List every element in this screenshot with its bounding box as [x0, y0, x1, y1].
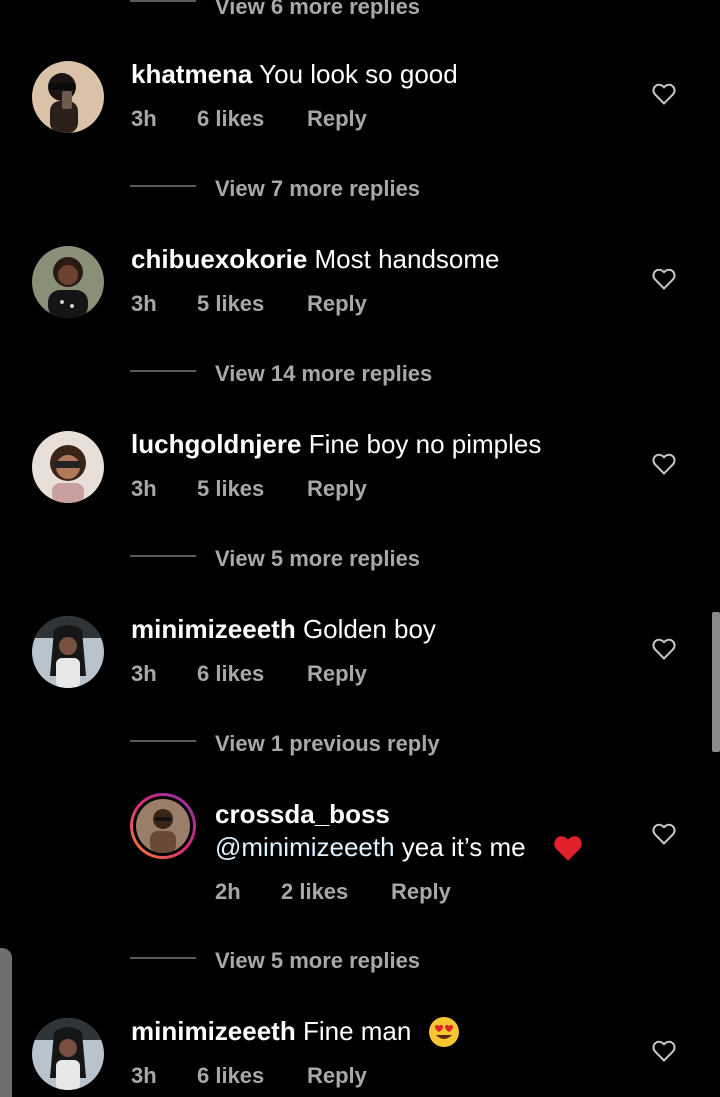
avatar-crossda-boss-image	[136, 799, 190, 853]
replies-divider	[130, 0, 196, 2]
comment-time: 3h	[131, 291, 157, 316]
mention-link[interactable]: @minimizeeeth	[215, 832, 395, 862]
comment-text-line: minimizeeeth Golden boy	[131, 614, 436, 645]
reply-button[interactable]: Reply	[391, 879, 451, 905]
comment-likes[interactable]: 5 likes	[197, 291, 264, 317]
avatar-khatmena-image	[32, 61, 104, 133]
comment-text-line: chibuexokorie Most handsome	[131, 244, 500, 275]
comment-text-line: minimizeeeth Fine man	[131, 1016, 459, 1047]
view-replies-link[interactable]: View 5 more replies	[215, 948, 420, 974]
avatar-minimizeeeth-image	[32, 1018, 104, 1090]
reply-button[interactable]: Reply	[307, 291, 367, 317]
view-replies-link[interactable]: View 6 more replies	[215, 0, 420, 20]
reply-time: 2h	[215, 879, 241, 904]
comment-body: Most handsome	[314, 244, 500, 274]
reply-button[interactable]: Reply	[307, 476, 367, 502]
reply-username[interactable]: crossda_boss	[215, 799, 390, 830]
reply-body: yea it’s me	[401, 832, 526, 862]
comment-time: 3h	[131, 1063, 157, 1088]
comment-text-line: luchgoldnjere Fine boy no pimples	[131, 429, 541, 460]
avatar[interactable]	[32, 246, 104, 318]
story-ring-avatar[interactable]	[130, 793, 196, 859]
replies-divider	[130, 370, 196, 372]
scrollbar[interactable]	[712, 612, 720, 752]
replies-divider	[130, 185, 196, 187]
view-replies-link[interactable]: View 7 more replies	[215, 176, 420, 202]
edge-panel-handle[interactable]	[0, 948, 12, 1097]
comment-username[interactable]: minimizeeeth	[131, 614, 296, 644]
reply-text-line: @minimizeeeth yea it’s me	[215, 832, 582, 863]
avatar-chibuexokorie-image	[32, 246, 104, 318]
comment-body: Fine boy no pimples	[308, 429, 542, 459]
heart-outline-icon[interactable]	[652, 1040, 676, 1062]
view-replies-link[interactable]: View 5 more replies	[215, 546, 420, 572]
comment-likes[interactable]: 5 likes	[197, 476, 264, 502]
comment-body: You look so good	[259, 59, 458, 89]
reply-button[interactable]: Reply	[307, 1063, 367, 1089]
reply-button[interactable]: Reply	[307, 106, 367, 132]
replies-divider	[130, 740, 196, 742]
avatar-luchgoldnjere-image	[32, 431, 104, 503]
comment-username[interactable]: luchgoldnjere	[131, 429, 301, 459]
comment-username[interactable]: khatmena	[131, 59, 252, 89]
comment-time: 3h	[131, 661, 157, 686]
view-previous-reply-link[interactable]: View 1 previous reply	[215, 731, 440, 757]
comment-likes[interactable]: 6 likes	[197, 106, 264, 132]
heart-eyes-emoji	[428, 1016, 460, 1055]
avatar[interactable]	[32, 431, 104, 503]
comment-username[interactable]: minimizeeeth	[131, 1016, 296, 1046]
comment-username[interactable]: chibuexokorie	[131, 244, 307, 274]
heart-outline-icon[interactable]	[652, 268, 676, 290]
comment-body: Fine man	[302, 1016, 412, 1046]
heart-outline-icon[interactable]	[652, 83, 676, 105]
avatar[interactable]	[32, 616, 104, 688]
replies-divider	[130, 957, 196, 959]
red-heart-emoji	[552, 834, 584, 869]
heart-outline-icon[interactable]	[652, 823, 676, 845]
reply-button[interactable]: Reply	[307, 661, 367, 687]
avatar[interactable]	[32, 61, 104, 133]
comment-likes[interactable]: 6 likes	[197, 661, 264, 687]
heart-outline-icon[interactable]	[652, 638, 676, 660]
reply-likes[interactable]: 2 likes	[281, 879, 348, 905]
comment-time: 3h	[131, 106, 157, 131]
avatar-minimizeeeth-image	[32, 616, 104, 688]
comment-likes[interactable]: 6 likes	[197, 1063, 264, 1089]
replies-divider	[130, 555, 196, 557]
avatar[interactable]	[32, 1018, 104, 1090]
comment-time: 3h	[131, 476, 157, 501]
view-replies-link[interactable]: View 14 more replies	[215, 361, 432, 387]
comment-body: Golden boy	[302, 614, 436, 644]
heart-outline-icon[interactable]	[652, 453, 676, 475]
comment-text-line: khatmena You look so good	[131, 59, 458, 90]
